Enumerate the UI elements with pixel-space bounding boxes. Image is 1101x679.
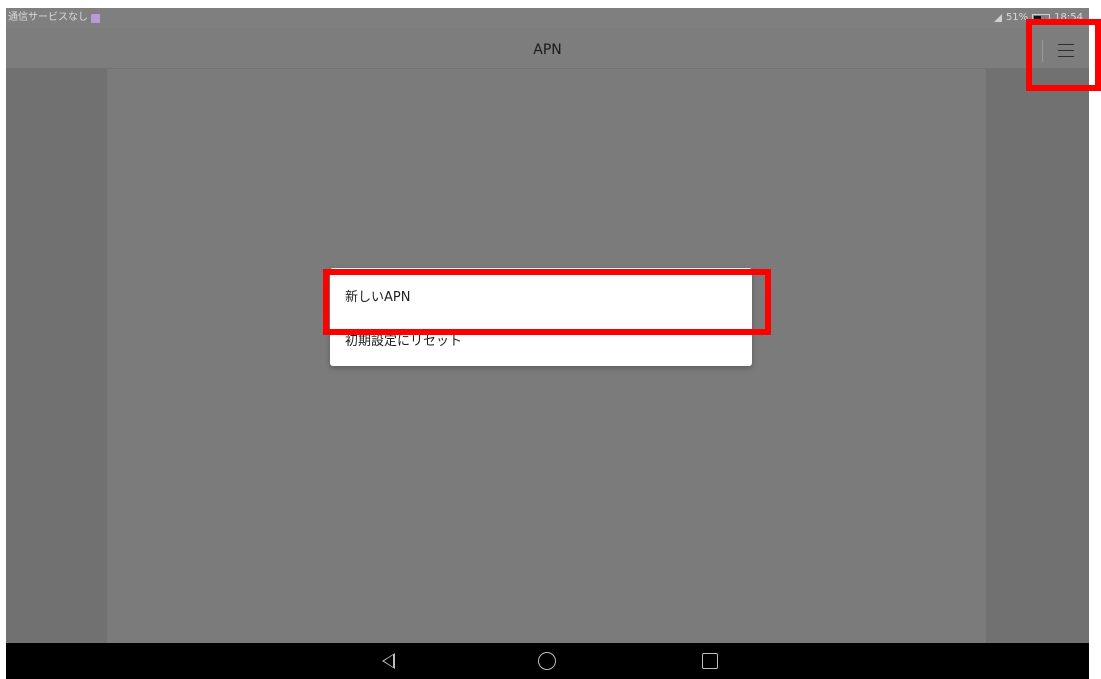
options-popup-menu: 新しいAPN 初期設定にリセット: [330, 268, 752, 366]
status-right: 51% 18:54: [993, 8, 1083, 28]
status-left: 通信サービスなし: [8, 8, 100, 28]
carrier-text: 通信サービスなし: [8, 12, 88, 23]
clock: 18:54: [1054, 12, 1083, 23]
battery-percent: 51%: [1005, 12, 1029, 23]
recent-apps-icon[interactable]: [702, 653, 718, 669]
signal-icon: [993, 14, 1002, 22]
home-icon[interactable]: [538, 652, 556, 670]
menu-divider: [1042, 40, 1043, 62]
back-icon[interactable]: [382, 653, 395, 669]
hamburger-menu-icon: [1058, 55, 1074, 57]
battery-icon: [1032, 13, 1051, 23]
menu-item-label: 新しいAPN: [345, 290, 411, 305]
overflow-menu-button[interactable]: [1049, 36, 1083, 64]
menu-item-label: 初期設定にリセット: [345, 334, 463, 349]
status-bar: 通信サービスなし 51% 18:54: [6, 8, 1089, 28]
navigation-bar: [6, 643, 1089, 679]
left-panel: [6, 69, 107, 643]
hamburger-menu-icon: [1058, 43, 1074, 45]
page-title: APN: [533, 42, 562, 58]
menu-item-new-apn[interactable]: 新しいAPN: [330, 274, 752, 322]
right-panel: [986, 69, 1089, 643]
action-bar: APN: [6, 28, 1089, 69]
sim-icon: [91, 13, 100, 23]
hamburger-menu-icon: [1058, 49, 1074, 51]
menu-item-reset-default[interactable]: 初期設定にリセット: [330, 318, 752, 366]
